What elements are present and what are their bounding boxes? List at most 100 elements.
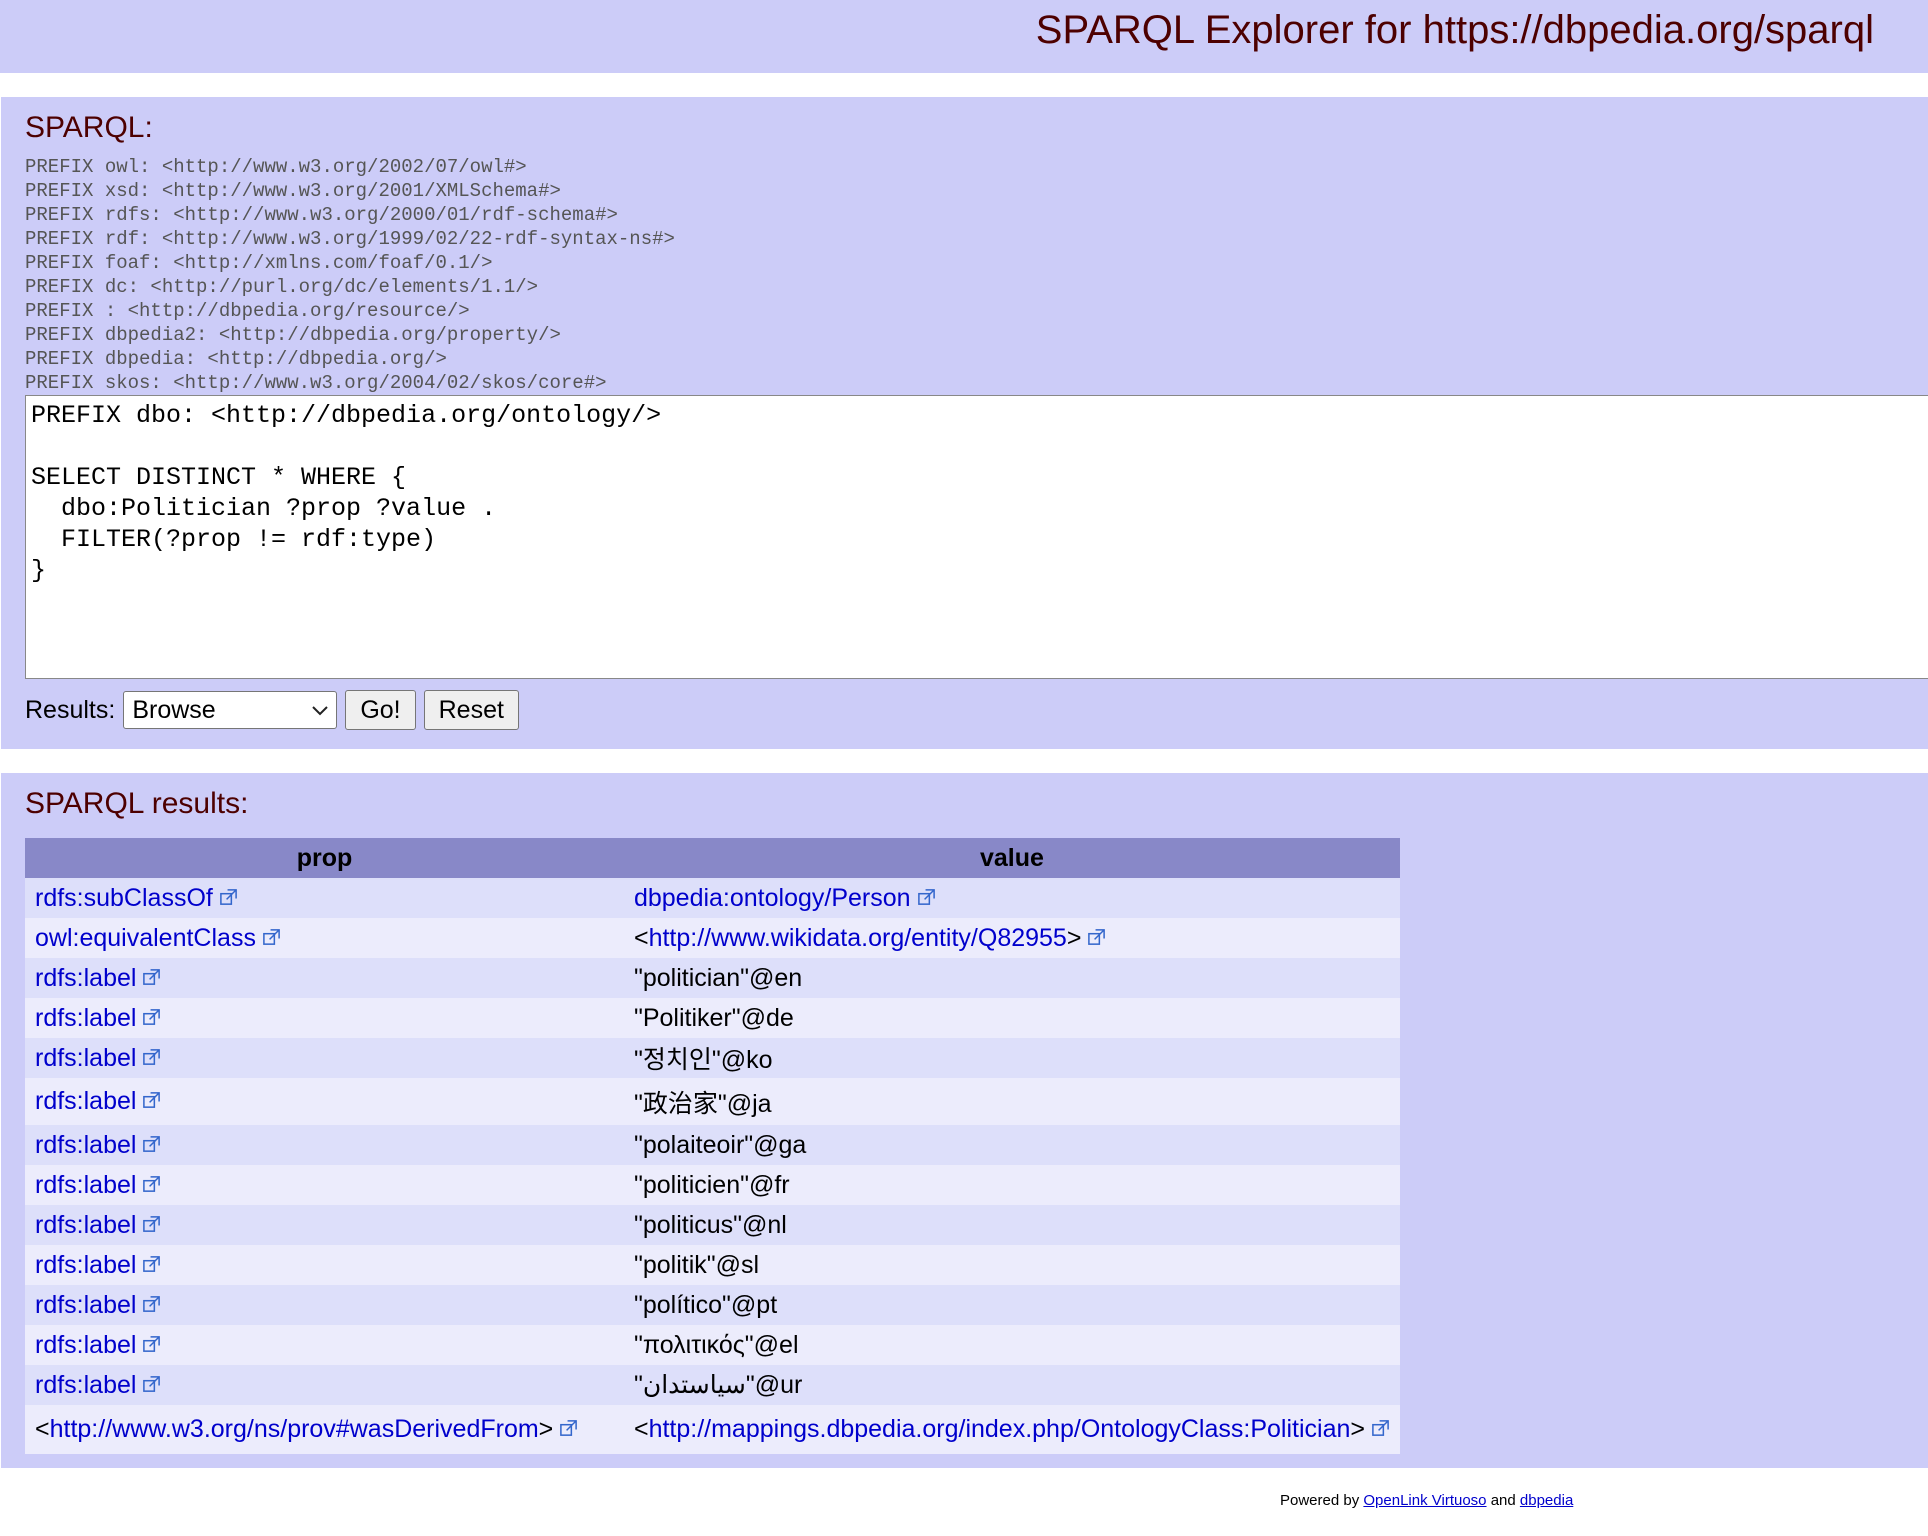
prop-link[interactable]: rdfs:label [35, 1171, 136, 1199]
angle-close: > [538, 1415, 554, 1443]
column-header-prop: prop [25, 838, 624, 878]
prop-link[interactable]: rdfs:label [35, 1211, 136, 1239]
footer-and: and [1490, 1492, 1516, 1509]
external-link-icon[interactable] [142, 1332, 161, 1352]
external-link-icon[interactable] [142, 1045, 161, 1065]
external-link-icon[interactable] [142, 1005, 161, 1025]
value-link[interactable]: http://mappings.dbpedia.org/index.php/On… [649, 1415, 1351, 1443]
column-header-value: value [623, 838, 1400, 878]
prop-link[interactable]: rdfs:label [35, 1291, 136, 1319]
prop-cell: rdfs:subClassOf [25, 878, 624, 918]
external-link-icon[interactable] [142, 1132, 161, 1152]
query-line: FILTER(?prop != rdf:type) [31, 525, 437, 554]
value-literal: "politicus"@nl [633, 1210, 787, 1239]
footer-link-virtuoso[interactable]: OpenLink Virtuoso [1363, 1492, 1486, 1509]
external-link-icon[interactable] [1087, 925, 1106, 945]
prop-link[interactable]: rdfs:subClassOf [35, 884, 213, 912]
prop-cell: rdfs:label [25, 1165, 624, 1205]
value-cell: "politician"@en [623, 958, 1400, 998]
external-link-icon[interactable] [142, 1372, 161, 1392]
chevron-down-icon [312, 700, 329, 721]
external-link-icon[interactable] [142, 1088, 161, 1108]
prop-cell: rdfs:label [25, 1365, 624, 1405]
query-line: } [31, 556, 47, 585]
prop-cell: rdfs:label [25, 1078, 624, 1125]
prop-cell: rdfs:label [25, 1205, 624, 1245]
angle-close: > [1066, 923, 1082, 952]
table-row: rdfs:label "politicien"@fr [25, 1165, 1400, 1205]
value-literal: "politician"@en [633, 963, 803, 992]
prop-link[interactable]: rdfs:label [35, 1371, 136, 1399]
results-format-select[interactable]: Browse [123, 691, 338, 729]
external-link-icon[interactable] [219, 885, 238, 905]
value-literal: "político"@pt [633, 1290, 778, 1319]
value-cell: "政治家"@ja [623, 1078, 1400, 1125]
query-textarea[interactable]: PREFIX dbo: <http://dbpedia.org/ontology… [25, 395, 1928, 679]
value-cell: <http://www.wikidata.org/entity/Q82955> [623, 918, 1400, 958]
query-line: PREFIX dbo: <http://dbpedia.org/ontology… [31, 401, 662, 430]
prop-cell: rdfs:label [25, 1325, 624, 1365]
angle-close: > [1350, 1415, 1365, 1443]
query-line: dbo:Politician ?prop ?value . [31, 494, 497, 523]
value-literal: "سیاستدان"@ur [633, 1371, 803, 1399]
query-controls: Results: Browse Go! Reset [25, 689, 519, 731]
angle-open: < [633, 1415, 649, 1443]
value-cell: "πολιτικός"@el [623, 1325, 1400, 1365]
external-link-icon[interactable] [142, 1292, 161, 1312]
footer-link-dbpedia[interactable]: dbpedia [1520, 1492, 1573, 1509]
prop-link[interactable]: rdfs:label [35, 1087, 136, 1115]
value-cell: "político"@pt [623, 1285, 1400, 1325]
table-row: rdfs:label "politik"@sl [25, 1245, 1400, 1285]
prop-link[interactable]: rdfs:label [35, 1044, 136, 1072]
results-format-value: Browse [132, 695, 216, 724]
prop-cell: rdfs:label [25, 958, 624, 998]
table-row: rdfs:subClassOf dbpedia:ontology/Person [25, 878, 1400, 918]
angle-open: < [633, 923, 649, 952]
table-row: rdfs:label "سیاستدان"@ur [25, 1365, 1400, 1405]
prop-link[interactable]: owl:equivalentClass [35, 924, 256, 952]
table-row: rdfs:label "político"@pt [25, 1285, 1400, 1325]
prefix-list: PREFIX owl: <http://www.w3.org/2002/07/o… [25, 155, 675, 395]
table-row: rdfs:label "政治家"@ja [25, 1078, 1400, 1125]
value-cell: "politik"@sl [623, 1245, 1400, 1285]
table-row: rdfs:label "politician"@en [25, 958, 1400, 998]
prop-cell: rdfs:label [25, 1245, 624, 1285]
prefix-line: PREFIX rdf: <http://www.w3.org/1999/02/2… [25, 228, 675, 250]
prop-link[interactable]: rdfs:label [35, 1004, 136, 1032]
external-link-icon[interactable] [142, 1252, 161, 1272]
external-link-icon[interactable] [1371, 1416, 1390, 1436]
results-panel: SPARQL results: prop value rdfs:subClass… [1, 773, 1928, 1468]
table-header-row: prop value [25, 838, 1400, 878]
results-label: Results: [25, 695, 116, 724]
prop-link[interactable]: rdfs:label [35, 1251, 136, 1279]
footer-powered-by: Powered by [1280, 1492, 1360, 1509]
reset-button[interactable]: Reset [423, 690, 519, 730]
value-cell: "정치인"@ko [623, 1038, 1400, 1078]
table-row: rdfs:label "πολιτικός"@el [25, 1325, 1400, 1365]
value-literal: "politik"@sl [633, 1250, 760, 1279]
go-button[interactable]: Go! [345, 690, 416, 730]
external-link-icon[interactable] [142, 1212, 161, 1232]
prop-link[interactable]: rdfs:label [35, 964, 136, 992]
external-link-icon[interactable] [262, 925, 281, 945]
table-row: rdfs:label "정치인"@ko [25, 1038, 1400, 1078]
angle-open: < [35, 1415, 50, 1443]
prop-link[interactable]: http://www.w3.org/ns/prov#wasDerivedFrom [50, 1415, 539, 1443]
prefix-line: PREFIX owl: <http://www.w3.org/2002/07/o… [25, 156, 527, 178]
value-link[interactable]: http://www.wikidata.org/entity/Q82955 [649, 924, 1067, 952]
value-literal: "politicien"@fr [633, 1170, 790, 1199]
prefix-line: PREFIX : <http://dbpedia.org/resource/> [25, 300, 470, 322]
prop-link[interactable]: rdfs:label [35, 1131, 136, 1159]
page-title: SPARQL Explorer for https://dbpedia.org/… [1035, 8, 1874, 52]
results-table: prop value rdfs:subClassOf dbpedia:ontolo… [25, 838, 1400, 1454]
value-literal: "polaiteoir"@ga [633, 1130, 807, 1159]
prop-link[interactable]: rdfs:label [35, 1331, 136, 1359]
external-link-icon[interactable] [917, 885, 936, 905]
value-link[interactable]: dbpedia:ontology/Person [634, 884, 911, 912]
external-link-icon[interactable] [559, 1416, 578, 1436]
external-link-icon[interactable] [142, 1172, 161, 1192]
prop-cell: rdfs:label [25, 1285, 624, 1325]
prefix-line: PREFIX foaf: <http://xmlns.com/foaf/0.1/… [25, 252, 493, 274]
query-line: SELECT DISTINCT * WHERE { [31, 463, 407, 492]
external-link-icon[interactable] [142, 965, 161, 985]
